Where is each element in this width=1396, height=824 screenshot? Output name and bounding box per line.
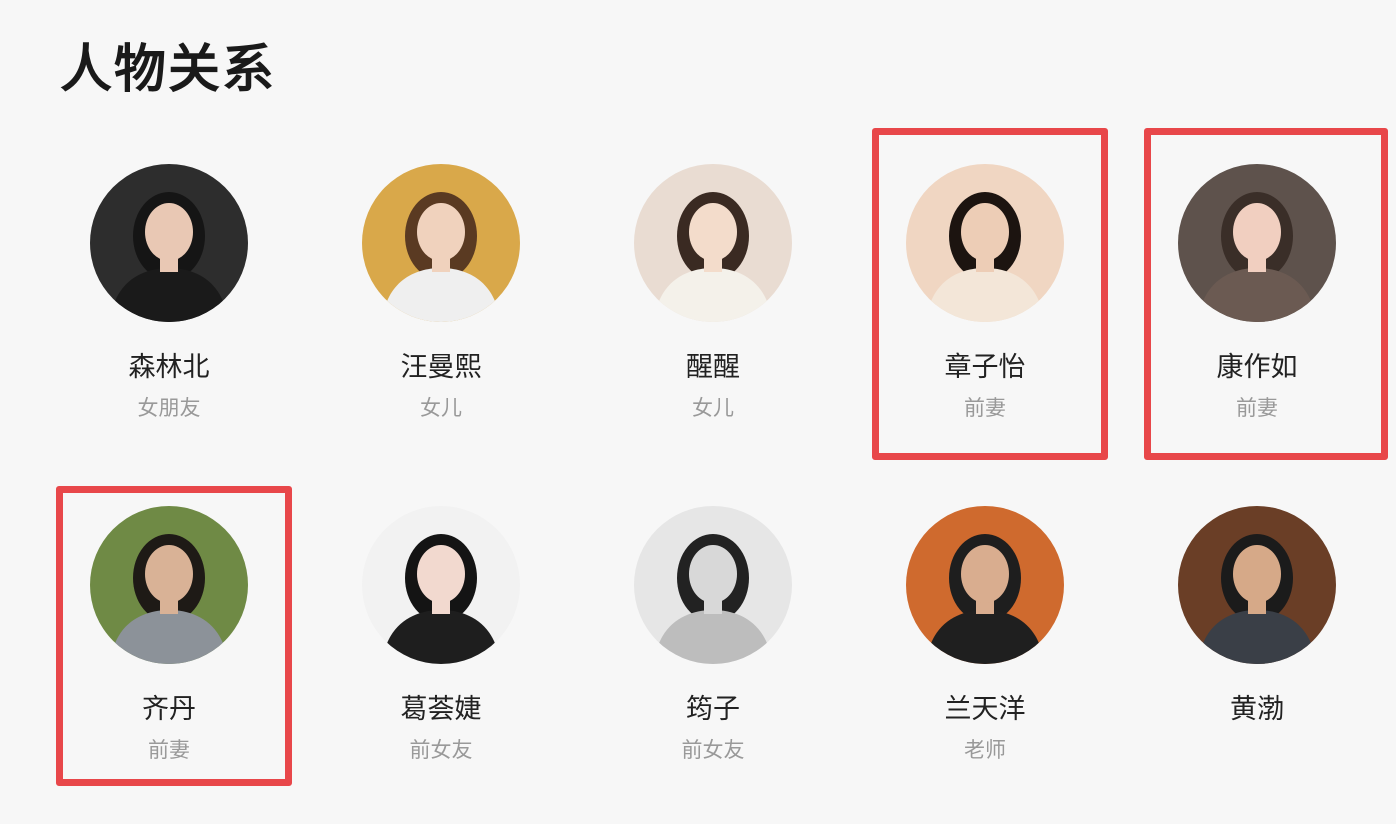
person-card[interactable]: 葛荟婕 前女友 — [336, 506, 546, 806]
avatar[interactable] — [906, 506, 1064, 664]
avatar[interactable] — [634, 164, 792, 322]
person-name[interactable]: 康作如 — [1152, 352, 1362, 384]
person-card[interactable]: 筠子 前女友 — [608, 506, 818, 806]
person-relation: 前妻 — [964, 396, 1006, 420]
person-relation: 女朋友 — [137, 396, 201, 420]
person-name[interactable]: 兰天洋 — [880, 694, 1090, 726]
person-relation: 老师 — [964, 738, 1006, 762]
person-card[interactable]: 齐丹 前妻 — [64, 506, 274, 806]
person-relation: 女儿 — [420, 396, 462, 420]
person-name[interactable]: 森林北 — [64, 352, 274, 384]
person-card[interactable]: 森林北 女朋友 — [64, 164, 274, 464]
avatar[interactable] — [362, 164, 520, 322]
person-relation: 女儿 — [692, 396, 734, 420]
avatar[interactable] — [1178, 506, 1336, 664]
person-card[interactable]: 醒醒 女儿 — [608, 164, 818, 464]
person-card[interactable]: 兰天洋 老师 — [880, 506, 1090, 806]
person-card[interactable]: 康作如 前妻 — [1152, 164, 1362, 464]
person-name[interactable]: 葛荟婕 — [336, 694, 546, 726]
person-name[interactable]: 筠子 — [608, 694, 818, 726]
person-name[interactable]: 章子怡 — [880, 352, 1090, 384]
avatar[interactable] — [362, 506, 520, 664]
avatar[interactable] — [90, 164, 248, 322]
person-relation: 前妻 — [1236, 396, 1278, 420]
avatar[interactable] — [634, 506, 792, 664]
person-name[interactable]: 醒醒 — [608, 352, 818, 384]
person-name[interactable]: 黄渤 — [1152, 694, 1362, 726]
person-card[interactable]: 汪曼熙 女儿 — [336, 164, 546, 464]
avatar[interactable] — [1178, 164, 1336, 322]
person-relation: 前妻 — [148, 738, 190, 762]
person-name[interactable]: 齐丹 — [64, 694, 274, 726]
person-relation: 前女友 — [409, 738, 473, 762]
person-card[interactable]: 章子怡 前妻 — [880, 164, 1090, 464]
person-name[interactable]: 汪曼熙 — [336, 352, 546, 384]
people-grid: 森林北 女朋友 汪曼熙 女儿 醒醒 女儿 章子怡 前妻 康作如 前妻 齐丹 前妻 葛荟婕 前女友 筠子 前女友… — [0, 0, 1396, 824]
person-relation: 前女友 — [681, 738, 745, 762]
avatar[interactable] — [906, 164, 1064, 322]
avatar[interactable] — [90, 506, 248, 664]
person-card[interactable]: 黄渤 — [1152, 506, 1362, 806]
